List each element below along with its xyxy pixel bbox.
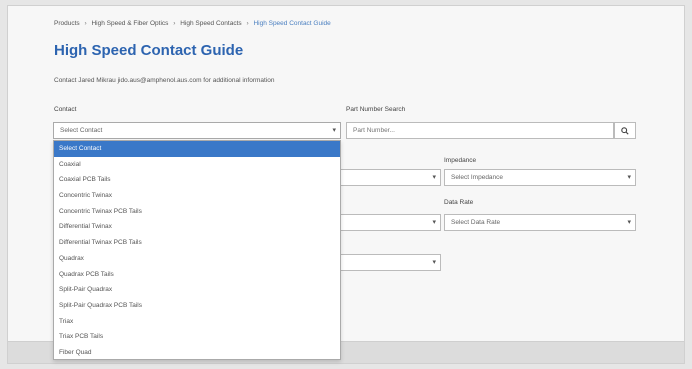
breadcrumb-separator: › — [84, 20, 87, 27]
dropdown-option[interactable]: Quadrax PCB Tails — [54, 267, 340, 283]
chevron-down-icon: ▾ — [432, 174, 436, 181]
contact-dropdown-list: Select Contact Coaxial Coaxial PCB Tails Co… — [53, 140, 341, 360]
contact-label: Contact — [54, 106, 77, 113]
part-number-search-input[interactable] — [346, 122, 614, 139]
page-title: High Speed Contact Guide — [54, 42, 244, 59]
chevron-down-icon: ▾ — [432, 259, 436, 266]
breadcrumb-high-speed-fiber[interactable]: High Speed & Fiber Optics — [91, 20, 168, 27]
dropdown-option[interactable]: Coaxial PCB Tails — [54, 172, 340, 188]
impedance-label: Impedance — [444, 157, 477, 164]
dropdown-option[interactable]: Differential Twinax PCB Tails — [54, 235, 340, 251]
impedance-select[interactable]: Select Impedance ▾ — [444, 169, 636, 186]
dropdown-option[interactable]: Concentric Twinax — [54, 188, 340, 204]
dropdown-option[interactable]: Triax PCB Tails — [54, 329, 340, 345]
data-rate-select[interactable]: Select Data Rate ▾ — [444, 214, 636, 231]
dropdown-option[interactable]: Fiber Quad — [54, 345, 340, 361]
dropdown-option[interactable]: Split-Pair Quadrax — [54, 282, 340, 298]
breadcrumb-products[interactable]: Products — [54, 20, 80, 27]
impedance-select-value: Select Impedance — [451, 174, 504, 181]
dropdown-option[interactable]: Differential Twinax — [54, 219, 340, 235]
contact-select-value: Select Contact — [60, 127, 103, 134]
breadcrumb-separator: › — [246, 20, 249, 27]
chevron-down-icon: ▾ — [627, 219, 631, 226]
search-icon — [621, 126, 629, 135]
dropdown-option[interactable]: Split-Pair Quadrax PCB Tails — [54, 298, 340, 314]
chevron-down-icon: ▾ — [627, 174, 631, 181]
dropdown-option[interactable]: Select Contact — [54, 141, 340, 157]
chevron-down-icon: ▾ — [432, 219, 436, 226]
contact-select[interactable]: Select Contact ▾ — [53, 122, 341, 139]
dropdown-option[interactable]: Quadrax — [54, 251, 340, 267]
breadcrumb-high-speed-contacts[interactable]: High Speed Contacts — [180, 20, 241, 27]
dropdown-option[interactable]: Triax — [54, 314, 340, 330]
page-frame: Products › High Speed & Fiber Optics › H… — [7, 5, 685, 364]
chevron-down-icon: ▾ — [332, 127, 336, 134]
data-rate-label: Data Rate — [444, 199, 474, 206]
breadcrumb-current: High Speed Contact Guide — [253, 20, 331, 27]
breadcrumb: Products › High Speed & Fiber Optics › H… — [54, 20, 331, 27]
data-rate-select-value: Select Data Rate — [451, 219, 501, 226]
dropdown-option[interactable]: Coaxial — [54, 157, 340, 173]
search-button[interactable] — [614, 122, 636, 139]
breadcrumb-separator: › — [173, 20, 176, 27]
part-search-label: Part Number Search — [346, 106, 406, 113]
dropdown-option[interactable]: Concentric Twinax PCB Tails — [54, 204, 340, 220]
contact-info: Contact Jared Mikrau jido.aus@amphenol.a… — [54, 77, 275, 84]
